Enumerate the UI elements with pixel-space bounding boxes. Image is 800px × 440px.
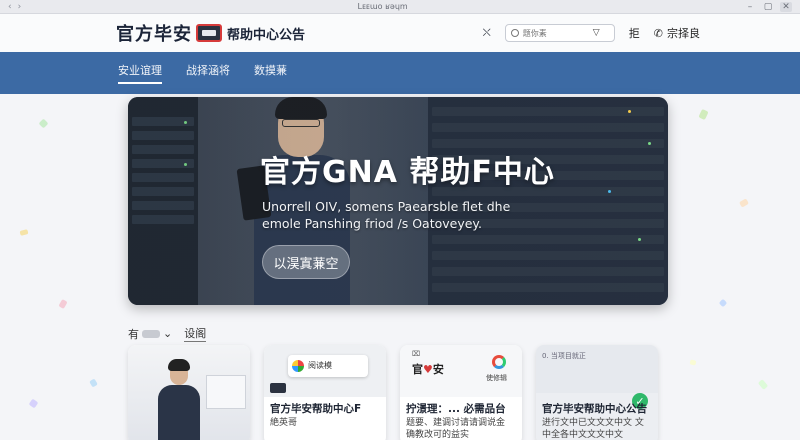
card-thumbnail: 阅读模 bbox=[264, 345, 386, 397]
filter-select[interactable]: 有 ⌄ bbox=[128, 326, 172, 342]
maximize-icon[interactable]: ▢ bbox=[762, 2, 774, 12]
search-box[interactable]: ▽ bbox=[504, 24, 615, 42]
hero-cta-button[interactable]: 以淏寘蒹空 bbox=[262, 245, 350, 279]
card-title: 官方毕安帮助中心F bbox=[270, 403, 362, 415]
nav-item-2[interactable]: 战择涵将 bbox=[186, 62, 230, 84]
card-thumbnail: 0. 当项目就正 bbox=[536, 345, 658, 393]
close-icon[interactable]: ✕ bbox=[780, 1, 792, 12]
brand-logo-icon bbox=[196, 24, 222, 42]
search-icon bbox=[510, 29, 519, 37]
brand-logo-icon bbox=[270, 383, 286, 393]
nav-item-3[interactable]: 数摸蒹 bbox=[254, 62, 287, 84]
window-title: Lᴇᴇɯo ʁǝɥm bbox=[357, 2, 408, 11]
card-subtitle: 絶英哥 bbox=[270, 418, 298, 428]
article-card[interactable]: ⌧ 官♥安 使修辑 拧澋理：... 必需品台 题要、建调讨请请调说金 确教改可的… bbox=[400, 345, 522, 440]
main-nav: 安业谊理 战择涵将 数摸蒹 bbox=[0, 52, 800, 94]
brand-logo: 官♥安 bbox=[412, 363, 444, 376]
card-title: 官方毕安帮助中心公告 bbox=[542, 403, 647, 415]
card-subtitle: 进行文中已文文文中文 文中全各中文文文中文 bbox=[542, 418, 644, 440]
article-card[interactable]: 阅读模 官方毕安帮助中心F 絶英哥 bbox=[264, 345, 386, 440]
brand-subtitle: 帮助中心公告 bbox=[227, 27, 306, 43]
search-input[interactable] bbox=[522, 28, 589, 38]
brand-name: 官方毕安 bbox=[116, 24, 192, 45]
browser-chrome: ‹ › Lᴇᴇɯo ʁǝɥm – ▢ ✕ bbox=[0, 0, 800, 14]
hero-banner: 官方GNA 帮助F中心 Unorrell OIV, somens Paearsb… bbox=[128, 97, 668, 305]
card-subtitle: 题要、建调讨请请调说金 确教改可的益实 bbox=[406, 418, 506, 440]
app-logo-icon bbox=[292, 360, 304, 372]
header-link[interactable]: 拒 bbox=[629, 25, 640, 41]
contact-label: 宗择良 bbox=[667, 27, 700, 40]
hero-title: 官方GNA 帮助F中心 bbox=[260, 155, 555, 190]
card-title: 拧澋理：... 必需品台 bbox=[406, 403, 506, 415]
filter-select-label: 有 bbox=[128, 327, 139, 341]
site-header: 官方毕安 帮助中心公告 ⛌ ▽ 拒 ✆ 宗择良 bbox=[0, 14, 800, 52]
card-thumbnail bbox=[128, 345, 250, 440]
article-cards: 阅读模 官方毕安帮助中心F 絶英哥 ⌧ 官♥安 使修辑 拧澋理：... 必需品台… bbox=[128, 345, 658, 440]
card-thumbnail: ⌧ 官♥安 使修辑 bbox=[400, 345, 522, 397]
phone-icon: ✆ bbox=[653, 26, 663, 40]
translate-icon[interactable]: ⛌ bbox=[483, 26, 491, 40]
nav-item-1[interactable]: 安业谊理 bbox=[118, 62, 162, 84]
minimize-icon[interactable]: – bbox=[744, 2, 756, 12]
back-icon[interactable]: ‹ bbox=[8, 2, 12, 12]
hero-description: Unorrell OIV, somens Paearsble flet dhe … bbox=[262, 199, 511, 231]
partner-logo-icon bbox=[492, 355, 506, 369]
chevron-down-icon[interactable]: ▽ bbox=[593, 28, 600, 38]
article-card[interactable] bbox=[128, 345, 250, 440]
chevron-down-icon: ⌄ bbox=[163, 327, 173, 340]
filter-link[interactable]: 设阁 bbox=[184, 325, 207, 342]
contact-link[interactable]: ✆ 宗择良 bbox=[654, 25, 700, 41]
article-card[interactable]: 0. 当项目就正 ✓ 官方毕安帮助中心公告 进行文中已文文文中文 文中全各中文文… bbox=[536, 345, 658, 440]
filter-row: 有 ⌄ 设阁 bbox=[128, 325, 207, 342]
brand[interactable]: 官方毕安 帮助中心公告 bbox=[116, 20, 305, 46]
